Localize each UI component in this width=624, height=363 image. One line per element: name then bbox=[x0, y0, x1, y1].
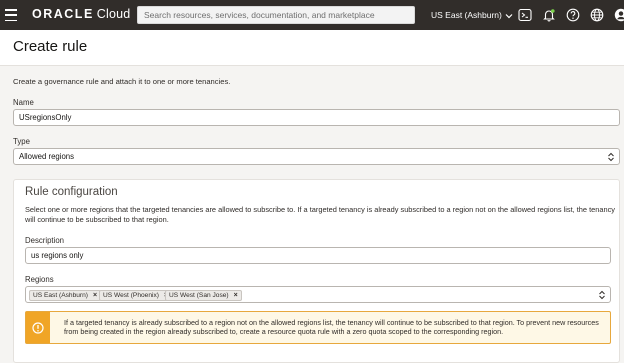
description-field[interactable]: us regions only bbox=[25, 247, 611, 264]
select-arrows-icon bbox=[608, 152, 614, 162]
brand-oracle: ORACLE bbox=[32, 7, 94, 21]
rule-configuration-title: Rule configuration bbox=[25, 186, 118, 198]
region-tag-us-west-phoenix: US West (Phoenix)× bbox=[99, 290, 173, 301]
description-value: us regions only bbox=[31, 251, 84, 260]
user-icon[interactable] bbox=[614, 8, 624, 22]
name-field[interactable]: USregionsOnly bbox=[13, 109, 620, 126]
regions-multiselect[interactable]: US East (Ashburn)× US West (Phoenix)× US… bbox=[25, 286, 611, 303]
description-label: Description bbox=[25, 236, 64, 245]
type-label: Type bbox=[13, 137, 30, 146]
region-tag-us-west-san-jose: US West (San Jose) × bbox=[165, 290, 242, 301]
create-rule-form: Create a governance rule and attach it t… bbox=[0, 66, 624, 363]
search-input[interactable] bbox=[137, 6, 415, 24]
region-tag-label: US West (San Jose) bbox=[169, 292, 229, 299]
page-title: Create rule bbox=[13, 38, 88, 55]
region-tag-label: US East (Ashburn) bbox=[33, 292, 88, 299]
rule-configuration-panel: Rule configuration Select one or more re… bbox=[13, 179, 620, 363]
chevron-down-icon bbox=[505, 11, 513, 20]
remove-tag-icon[interactable]: × bbox=[234, 292, 238, 299]
menu-icon[interactable] bbox=[5, 8, 17, 22]
regions-label: Regions bbox=[25, 275, 54, 284]
region-tag-us-east-ashburn: US East (Ashburn) × bbox=[29, 290, 102, 301]
globe-icon[interactable] bbox=[590, 8, 604, 22]
help-icon[interactable] bbox=[566, 8, 580, 22]
name-value: USregionsOnly bbox=[19, 113, 72, 122]
select-arrows-icon[interactable] bbox=[598, 290, 606, 300]
oracle-cloud-logo[interactable]: ORACLE Cloud bbox=[32, 7, 130, 21]
region-selector[interactable]: US East (Ashburn) bbox=[431, 10, 513, 20]
type-select[interactable]: Allowed regions bbox=[13, 148, 620, 165]
intro-text: Create a governance rule and attach it t… bbox=[13, 77, 231, 86]
remove-tag-icon[interactable]: × bbox=[93, 292, 97, 299]
rule-configuration-description: Select one or more regions that the targ… bbox=[25, 205, 615, 224]
warning-accent bbox=[26, 312, 50, 343]
top-navigation-bar: ORACLECloud US East (Ashburn) bbox=[0, 0, 624, 30]
bell-icon[interactable] bbox=[542, 8, 556, 22]
warning-icon bbox=[32, 321, 44, 334]
region-label: US East (Ashburn) bbox=[431, 10, 502, 20]
brand-cloud: Cloud bbox=[96, 7, 131, 21]
type-value: Allowed regions bbox=[19, 152, 75, 161]
page-header: Create rule bbox=[0, 30, 624, 66]
warning-message: If a targeted tenancy is already subscri… bbox=[25, 311, 611, 344]
name-label: Name bbox=[13, 98, 34, 107]
region-tag-label: US West (Phoenix) bbox=[103, 292, 159, 299]
terminal-icon[interactable] bbox=[518, 8, 532, 22]
warning-text: If a targeted tenancy is already subscri… bbox=[64, 318, 599, 337]
